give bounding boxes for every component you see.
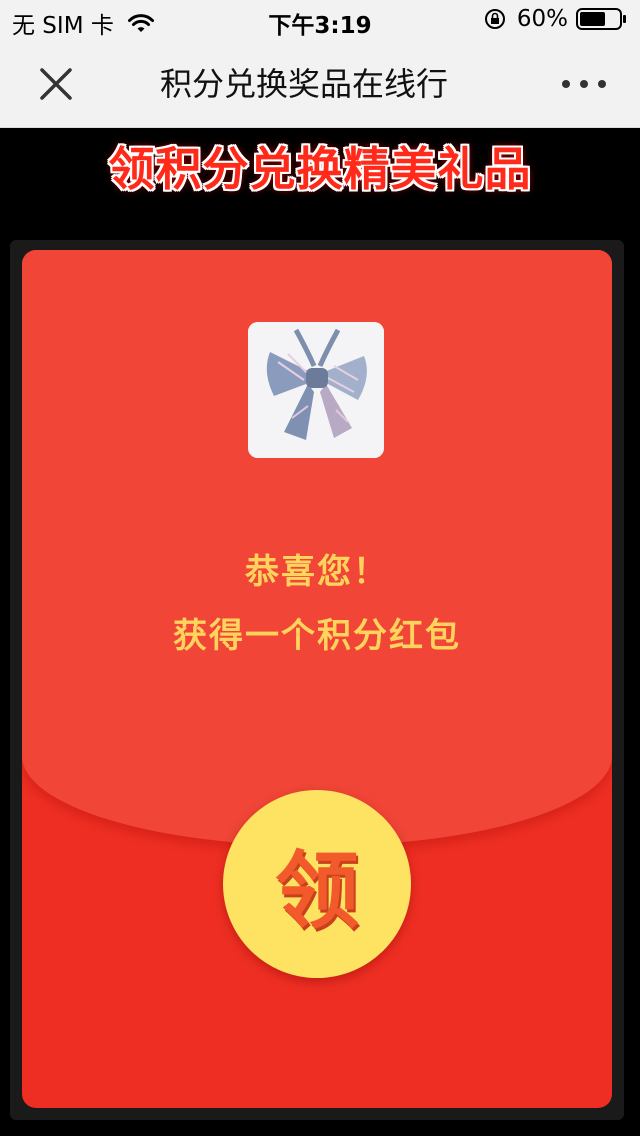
envelope-top-flap: 恭喜您！ 获得一个积分红包 <box>22 250 612 846</box>
red-envelope: 恭喜您！ 获得一个积分红包 领 <box>22 250 612 1108</box>
close-icon[interactable] <box>36 62 76 106</box>
status-right: 60% <box>483 6 628 32</box>
claim-button[interactable]: 领 <box>223 790 411 978</box>
status-bar: 无 SIM 卡 下午3:19 60% <box>0 0 640 40</box>
more-icon[interactable] <box>556 62 612 106</box>
congrats-heading: 恭喜您！ <box>245 552 389 592</box>
product-thumbnail <box>248 322 384 458</box>
claim-button-label: 领 <box>274 841 359 940</box>
page-title: 积分兑换奖品在线行 <box>160 65 449 103</box>
nav-bar: 积分兑换奖品在线行 <box>0 40 640 128</box>
bow-tie-image <box>248 322 384 458</box>
congrats-message: 获得一个积分红包 <box>173 616 461 656</box>
orientation-lock-icon <box>484 9 505 29</box>
promo-banner: 领积分兑换精美礼品 <box>108 142 532 196</box>
page-content: 领积分兑换精美礼品 恭喜您！ 获得一个积分红包 领 <box>0 128 640 1136</box>
battery-percent: 60% <box>516 6 568 32</box>
battery-icon <box>576 8 626 30</box>
